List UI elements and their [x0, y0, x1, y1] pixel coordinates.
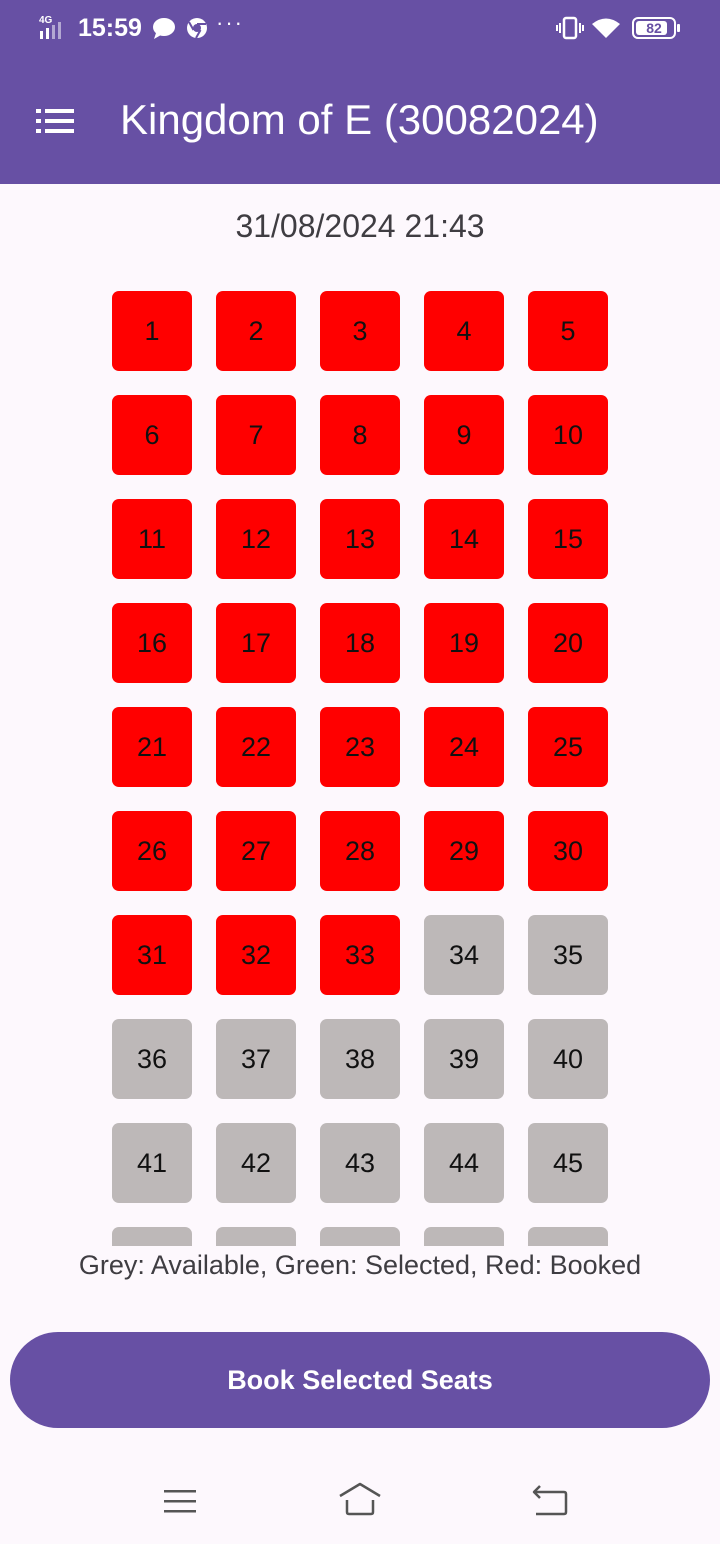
seat-6: 6 [112, 395, 192, 475]
svg-text:4G: 4G [39, 15, 53, 26]
seat-28: 28 [320, 811, 400, 891]
battery-icon: 82 [632, 17, 680, 39]
show-datetime: 31/08/2024 21:43 [235, 208, 485, 244]
seat-3: 3 [320, 291, 400, 371]
seat-27: 27 [216, 811, 296, 891]
seat-18: 18 [320, 603, 400, 683]
seat-15: 15 [528, 499, 608, 579]
vibrate-icon [556, 16, 584, 40]
seat-partial-45[interactable] [112, 1227, 192, 1246]
seat-2: 2 [216, 291, 296, 371]
seat-26: 26 [112, 811, 192, 891]
seat-30: 30 [528, 811, 608, 891]
back-icon[interactable] [528, 1482, 570, 1520]
seat-32: 32 [216, 915, 296, 995]
seat-5: 5 [528, 291, 608, 371]
seat-35[interactable]: 35 [528, 915, 608, 995]
seat-37[interactable]: 37 [216, 1019, 296, 1099]
seat-17: 17 [216, 603, 296, 683]
seat-41[interactable]: 41 [112, 1123, 192, 1203]
seat-13: 13 [320, 499, 400, 579]
seat-legend: Grey: Available, Green: Selected, Red: B… [78, 1250, 642, 1280]
wifi-icon [592, 18, 620, 38]
recents-menu-icon[interactable] [160, 1484, 200, 1518]
seat-31: 31 [112, 915, 192, 995]
battery-level: 82 [646, 20, 662, 36]
seat-45[interactable]: 45 [528, 1123, 608, 1203]
seat-8: 8 [320, 395, 400, 475]
list-menu-icon[interactable] [36, 106, 76, 136]
seat-partial-48[interactable] [424, 1227, 504, 1246]
seat-44[interactable]: 44 [424, 1123, 504, 1203]
seat-grid-scroll[interactable]: 1 2 3 4 5 6 7 8 9 10 11 12 13 14 15 16 17 18 19 20 21 22 23 24 2… [0, 280, 720, 1246]
seat-9: 9 [424, 395, 504, 475]
seat-16: 16 [112, 603, 192, 683]
seat-23: 23 [320, 707, 400, 787]
seat-partial-49[interactable] [528, 1227, 608, 1246]
seat-38[interactable]: 38 [320, 1019, 400, 1099]
more-dots-icon: ··· [216, 10, 244, 35]
status-bar: 4G 15:59 ··· 82 [0, 0, 720, 56]
seat-22: 22 [216, 707, 296, 787]
app-header: 4G 15:59 ··· 82 Kingdom of E (30082024) [0, 0, 720, 184]
seat-11: 11 [112, 499, 192, 579]
book-selected-seats-button[interactable]: Book Selected Seats [10, 1332, 710, 1428]
home-icon[interactable] [336, 1478, 384, 1520]
seat-grid: 1 2 3 4 5 6 7 8 9 10 11 12 13 14 15 16 17 18 19 20 21 22 23 24 2… [112, 291, 608, 1246]
seat-14: 14 [424, 499, 504, 579]
signal-icon: 4G [39, 15, 61, 39]
seat-36[interactable]: 36 [112, 1019, 192, 1099]
seat-10: 10 [528, 395, 608, 475]
system-nav-bar [0, 1460, 720, 1544]
seat-33: 33 [320, 915, 400, 995]
seat-42[interactable]: 42 [216, 1123, 296, 1203]
seat-43[interactable]: 43 [320, 1123, 400, 1203]
seat-21: 21 [112, 707, 192, 787]
page-title: Kingdom of E (30082024) [120, 96, 599, 143]
seat-24: 24 [424, 707, 504, 787]
seat-29: 29 [424, 811, 504, 891]
seat-40[interactable]: 40 [528, 1019, 608, 1099]
status-time: 15:59 [78, 14, 142, 42]
chrome-icon [187, 18, 207, 39]
seat-4: 4 [424, 291, 504, 371]
seat-20: 20 [528, 603, 608, 683]
seat-19: 19 [424, 603, 504, 683]
seat-partial-47[interactable] [320, 1227, 400, 1246]
seat-25: 25 [528, 707, 608, 787]
chat-bubble-icon [153, 18, 175, 39]
seat-7: 7 [216, 395, 296, 475]
seat-39[interactable]: 39 [424, 1019, 504, 1099]
seat-34[interactable]: 34 [424, 915, 504, 995]
seat-partial-46[interactable] [216, 1227, 296, 1246]
seat-1: 1 [112, 291, 192, 371]
seat-12: 12 [216, 499, 296, 579]
